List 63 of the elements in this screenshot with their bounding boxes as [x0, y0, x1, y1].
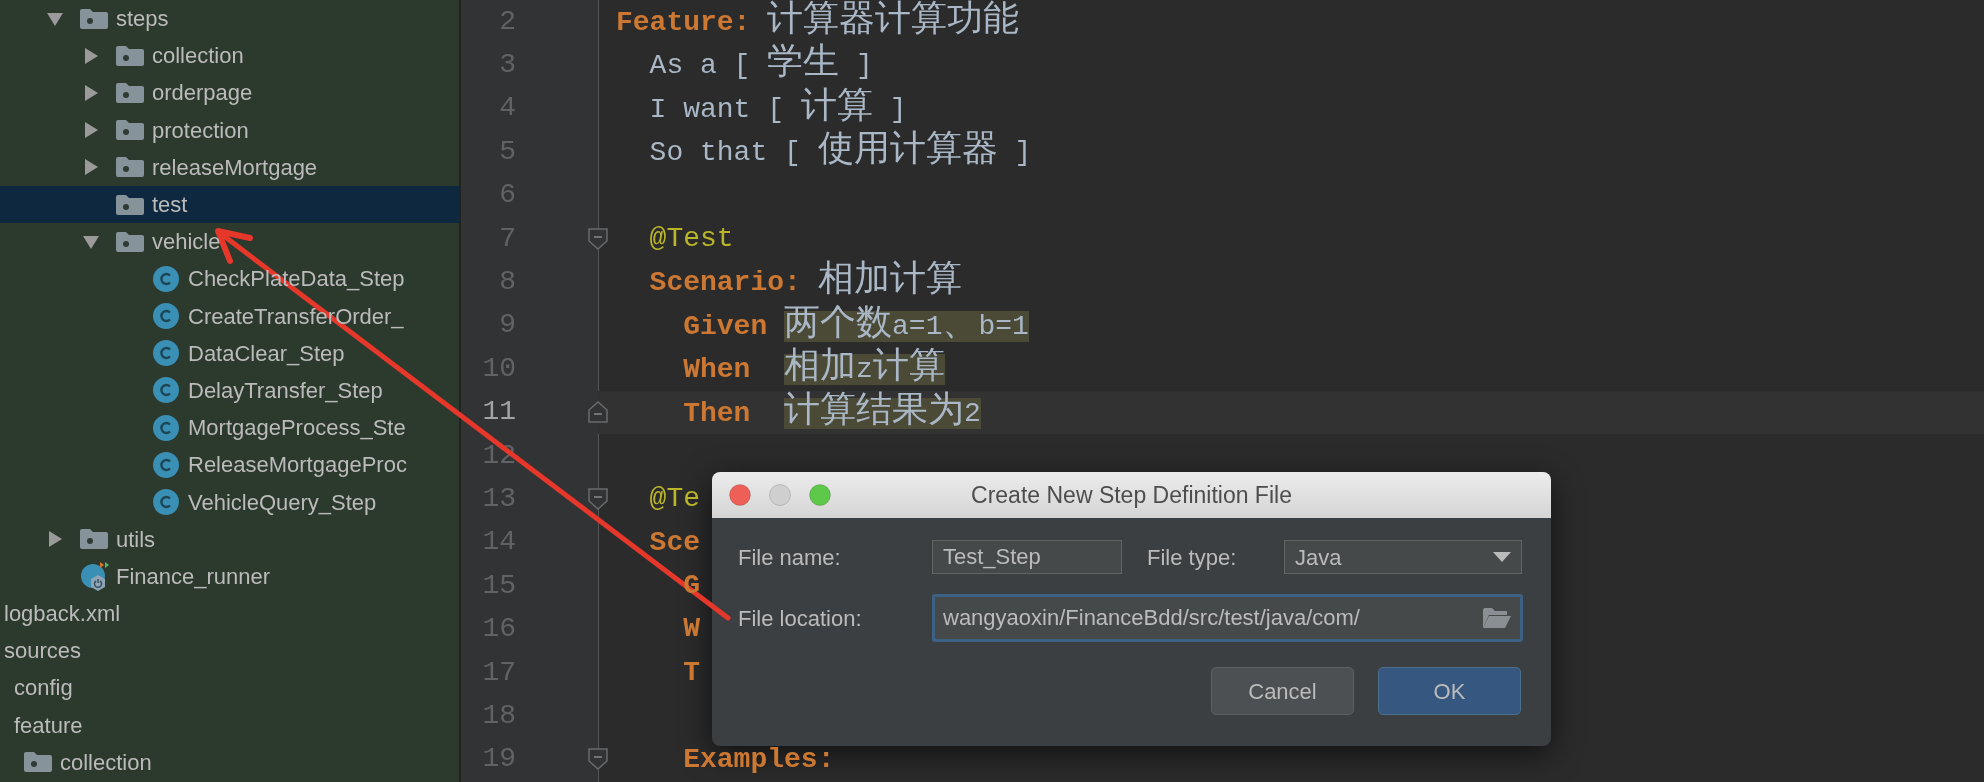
class-icon [152, 376, 180, 405]
tree-item[interactable]: feature [0, 706, 459, 744]
file-name-field[interactable]: Test_Step [932, 540, 1122, 574]
code-line: As a [ 学生 ] [648, 42, 873, 87]
code-line: Feature: 计算器计算功能 [615, 0, 1020, 43]
ok-button[interactable]: OK [1378, 667, 1521, 715]
tree-item[interactable]: protection [0, 111, 459, 149]
code-line: So that [ 使用计算器 ] [648, 129, 1032, 174]
class-icon [152, 488, 180, 517]
class-icon [152, 450, 180, 479]
folder-icon[interactable] [1483, 608, 1511, 628]
tree-item[interactable]: MortgageProcess_Ste [0, 409, 459, 447]
tree-item[interactable]: sources [0, 632, 459, 670]
folder-icon [116, 157, 144, 178]
tree-item[interactable]: steps [0, 0, 459, 38]
class-icon [152, 413, 180, 442]
tree-item[interactable]: VehicleQuery_Step [0, 483, 459, 521]
code-line: T [682, 655, 700, 690]
folder-icon [80, 529, 108, 550]
code-line: W [682, 612, 700, 647]
class-icon [152, 264, 180, 293]
folder-icon [116, 231, 144, 252]
tree-item[interactable]: collection [0, 743, 459, 781]
close-icon[interactable] [729, 484, 751, 506]
caret-icon [1493, 552, 1511, 562]
tree-item[interactable]: config [0, 669, 459, 707]
file-type-dropdown[interactable]: Java [1284, 540, 1522, 574]
tree-item[interactable]: utils [0, 520, 459, 558]
folder-icon [80, 8, 108, 29]
runner-icon [80, 561, 110, 592]
code-line: Scenario: 相加计算 [648, 259, 962, 304]
class-icon [152, 302, 180, 331]
code-line: Then 计算结果为2 [682, 389, 981, 434]
folder-icon [116, 120, 144, 141]
folder-icon [116, 194, 144, 215]
tree-item[interactable]: Finance_runner [0, 557, 459, 595]
code-line: When 相加z计算 [682, 346, 945, 391]
tree-item[interactable]: test [0, 185, 459, 224]
dialog-title: Create New Step Definition File [970, 480, 1293, 510]
field-label: File type: [1147, 543, 1238, 572]
zoom-icon[interactable] [809, 484, 831, 506]
field-label: File location: [738, 604, 863, 633]
code-line: @Te [648, 482, 700, 517]
folder-icon [116, 45, 144, 66]
folder-icon [24, 752, 52, 773]
tree-item[interactable]: collection [0, 37, 459, 75]
code-line: I want [ 计算 ] [648, 85, 907, 130]
file-location-field[interactable]: wangyaoxin/FinanceBdd/src/test/java/com/ [932, 594, 1523, 642]
tree-item[interactable]: vehicle [0, 223, 459, 261]
class-icon [152, 339, 180, 368]
field-label: File name: [738, 543, 842, 572]
code-line: @Test [648, 221, 734, 256]
code-line: Examples: [682, 742, 835, 777]
line-number: 11 [481, 395, 516, 430]
code-line: Sce [648, 525, 700, 560]
tree-item[interactable]: DataClear_Step [0, 334, 459, 372]
folder-icon [116, 82, 144, 103]
tree-item[interactable]: releaseMortgage [0, 148, 459, 186]
tree-item[interactable]: orderpage [0, 74, 459, 112]
tree-item[interactable]: ReleaseMortgageProc [0, 446, 459, 484]
cancel-button[interactable]: Cancel [1211, 667, 1354, 715]
tree-item[interactable]: DelayTransfer_Step [0, 371, 459, 410]
tree-item[interactable]: logback.xml [0, 595, 459, 633]
